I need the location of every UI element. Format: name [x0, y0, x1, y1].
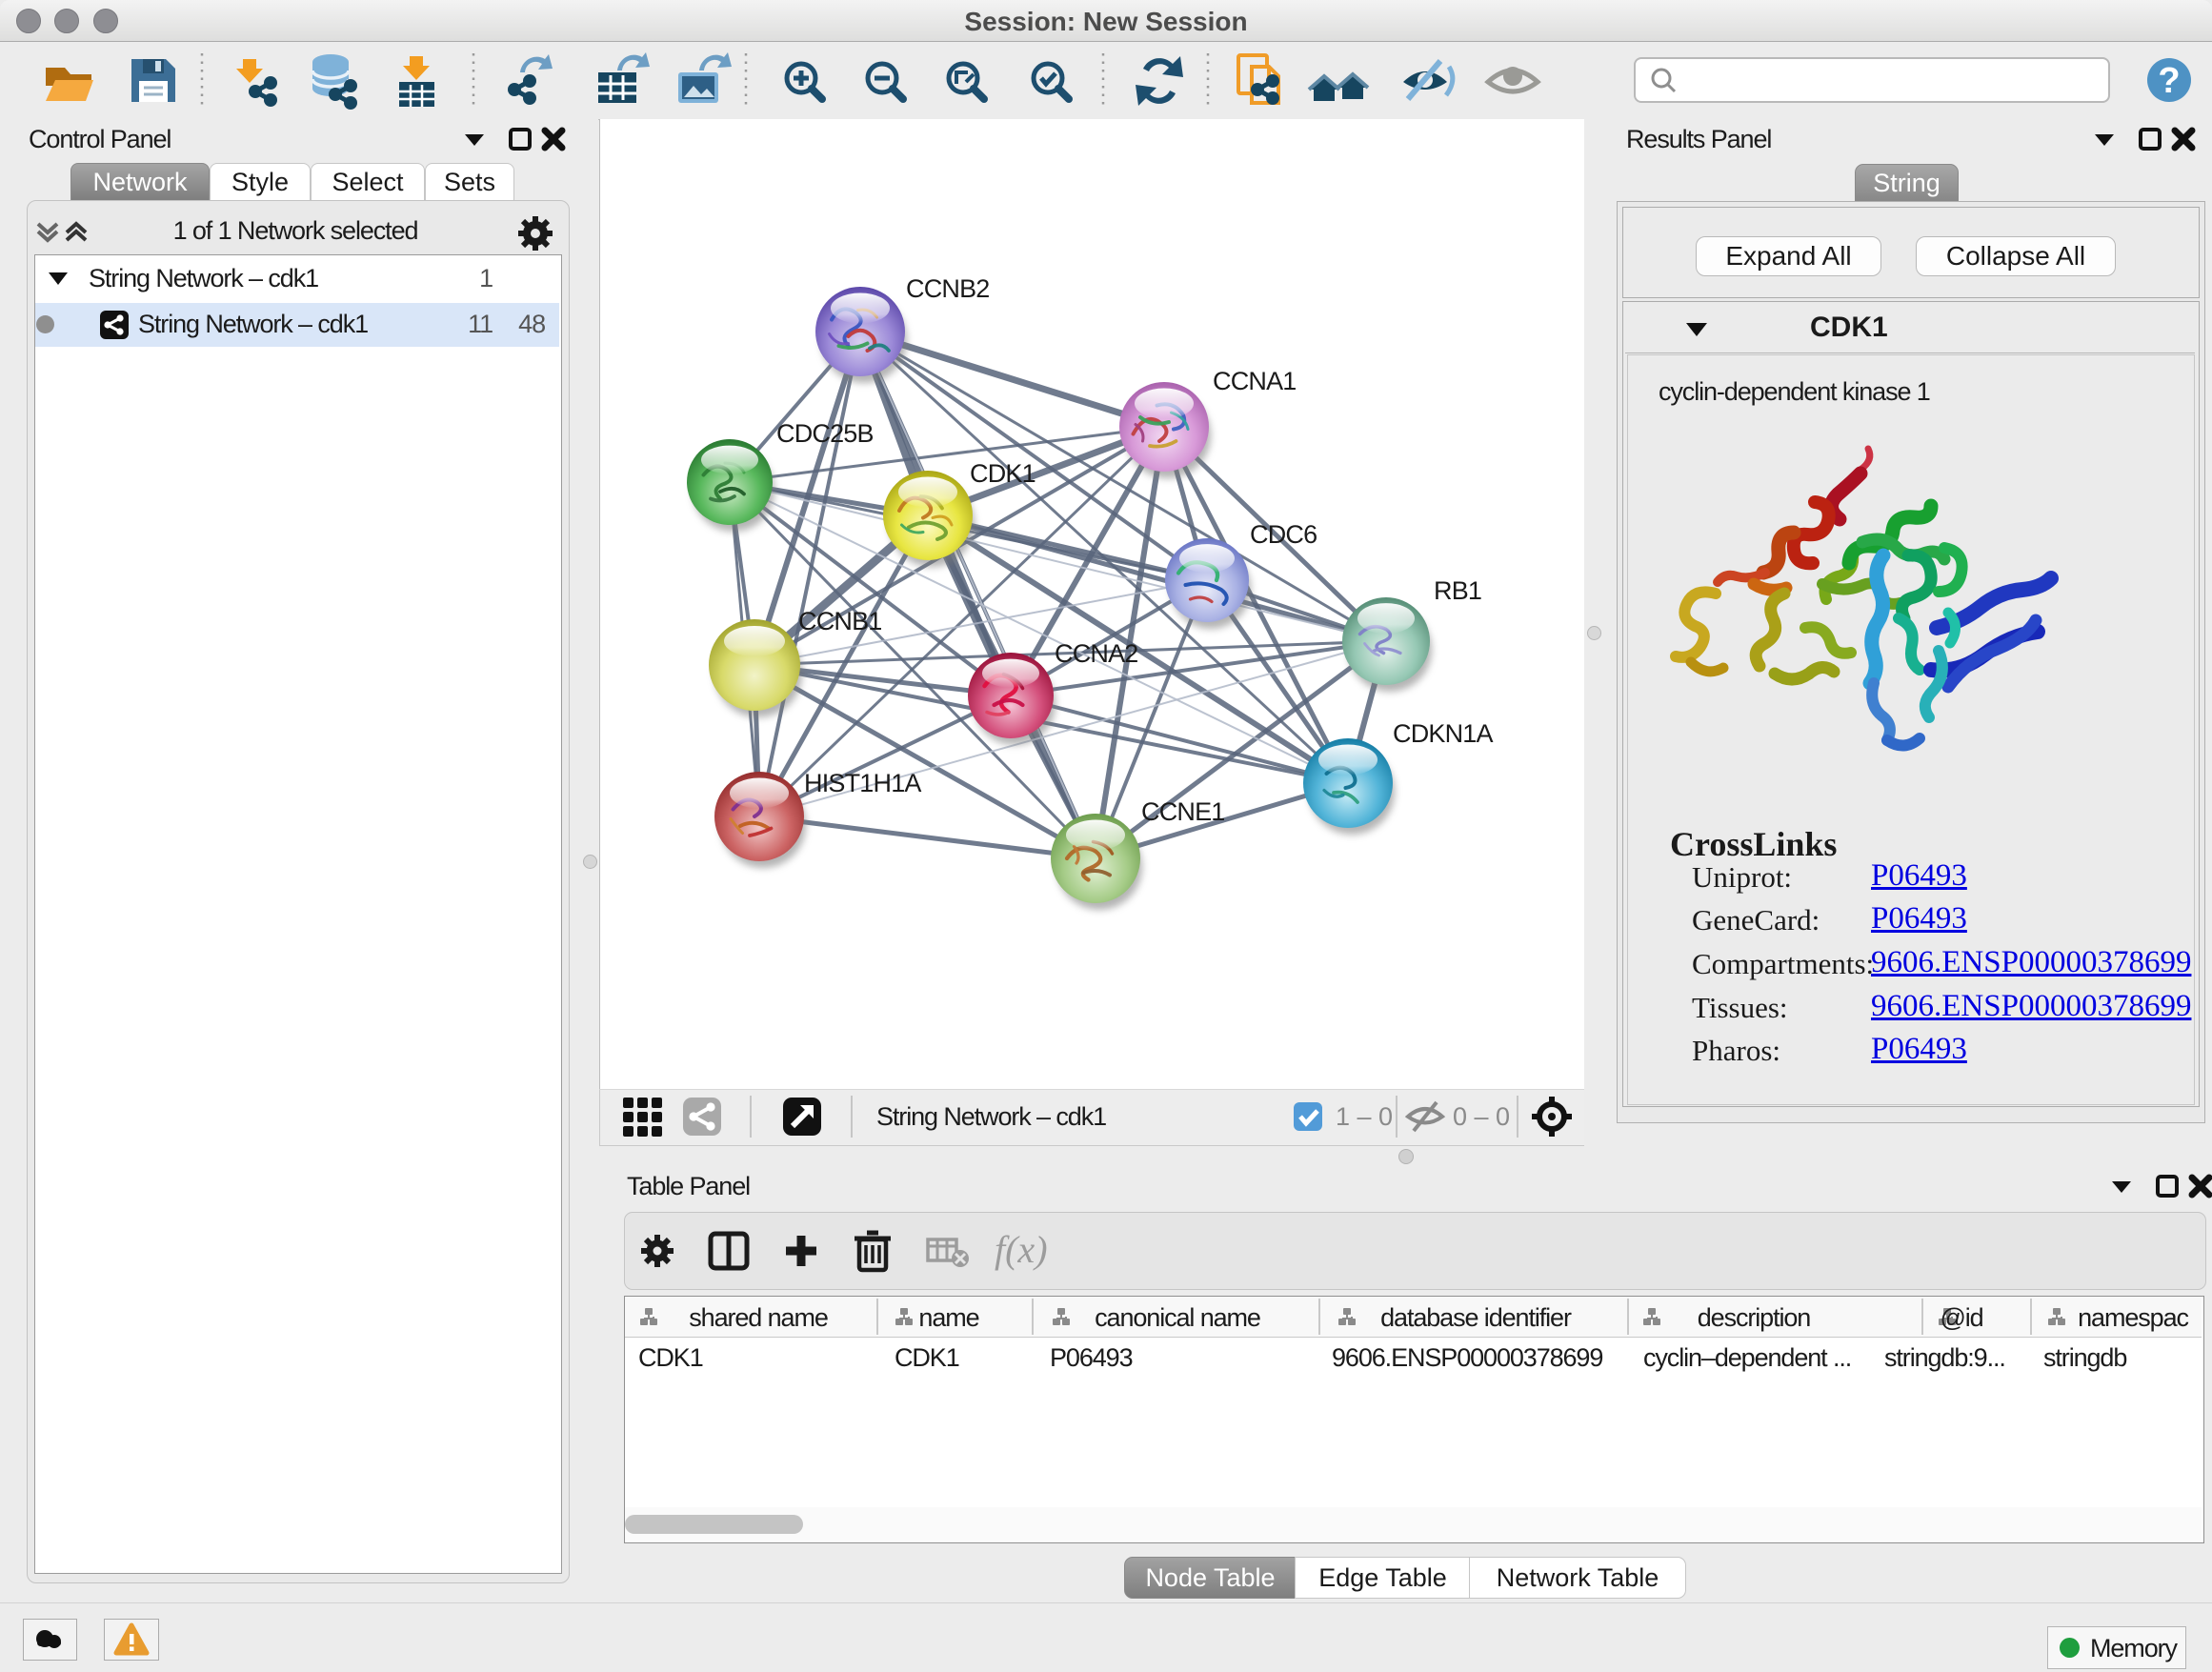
svg-text:String Network – cdk1: String Network – cdk1 — [876, 1102, 1106, 1131]
svg-text:CCNA2: CCNA2 — [1055, 639, 1138, 668]
svg-text:@id: @id — [1940, 1303, 1982, 1332]
svg-text:?: ? — [2158, 61, 2180, 101]
svg-text:RB1: RB1 — [1434, 576, 1481, 605]
svg-text:description: description — [1698, 1303, 1811, 1332]
svg-text:0 – 0: 0 – 0 — [1453, 1102, 1510, 1131]
svg-text:1 – 0: 1 – 0 — [1336, 1102, 1393, 1131]
svg-text:shared name: shared name — [689, 1303, 828, 1332]
svg-text:CDC25B: CDC25B — [776, 419, 874, 448]
svg-text:CCNE1: CCNE1 — [1141, 797, 1225, 826]
svg-text:database identifier: database identifier — [1380, 1303, 1572, 1332]
svg-text:namespac: namespac — [2078, 1303, 2188, 1332]
svg-text:f(x): f(x) — [995, 1228, 1048, 1271]
svg-text:CCNB1: CCNB1 — [798, 607, 882, 635]
svg-text:CCNA1: CCNA1 — [1213, 367, 1297, 395]
svg-text:name: name — [918, 1303, 978, 1332]
svg-text:CDKN1A: CDKN1A — [1393, 719, 1494, 748]
svg-text:CCNB2: CCNB2 — [906, 274, 990, 303]
svg-text:CDC6: CDC6 — [1250, 520, 1317, 549]
svg-text:HIST1H1A: HIST1H1A — [804, 769, 921, 797]
svg-text:CDK1: CDK1 — [970, 459, 1036, 488]
svg-text:canonical name: canonical name — [1095, 1303, 1260, 1332]
